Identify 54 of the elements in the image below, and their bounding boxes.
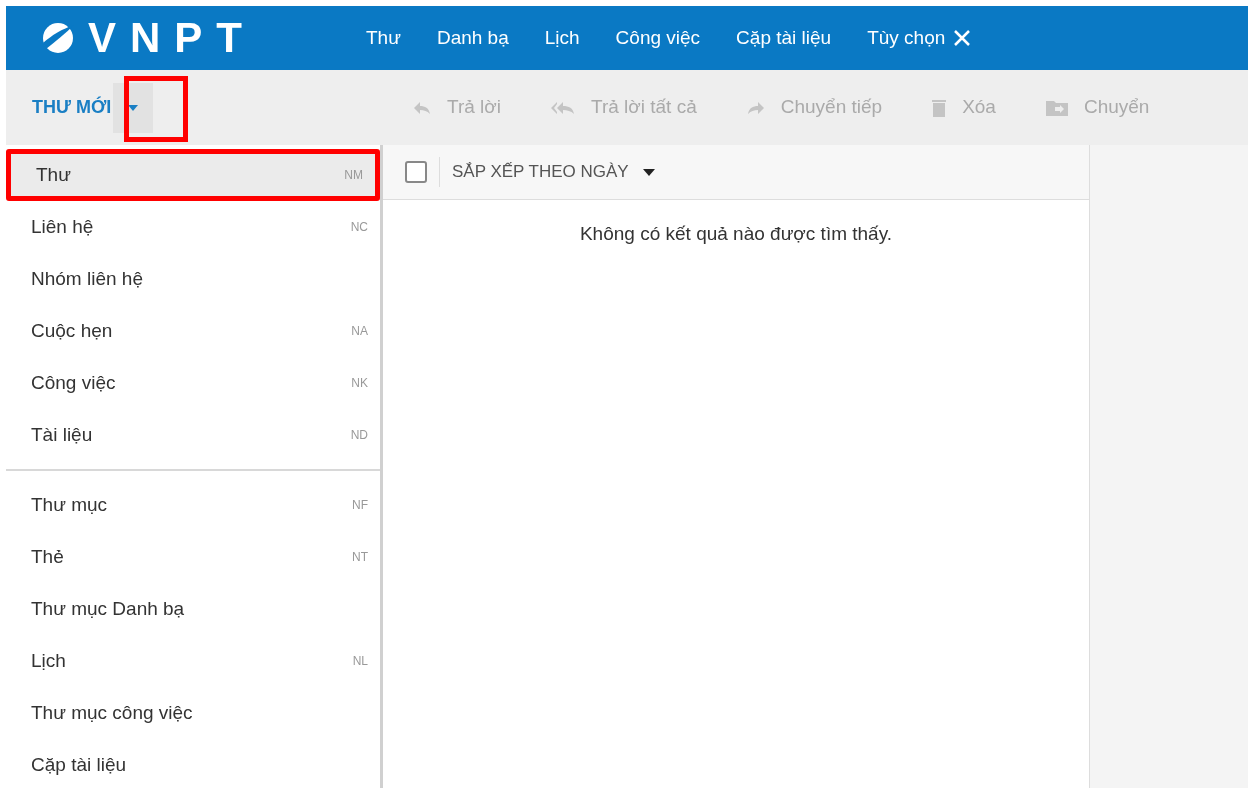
shortcut-label: NC: [350, 219, 368, 236]
menu-item-label: Tài liệu: [31, 422, 93, 447]
menu-item-label: Thư mục: [31, 492, 108, 517]
new-mail-button[interactable]: THƯ MỚI: [32, 94, 112, 121]
menu-item-label: Công việc: [31, 370, 116, 395]
close-icon: [953, 29, 972, 47]
menu-item[interactable]: Thư mục NF: [6, 479, 380, 531]
menu-item[interactable]: Cặp tài liệu: [6, 739, 380, 788]
caret-icon: [128, 104, 139, 111]
shortcut-label: NL: [352, 653, 368, 670]
menu-item-label: Thư mục Danh bạ: [31, 596, 185, 621]
menu-item[interactable]: Công việc NK: [6, 357, 380, 409]
nav-tab[interactable]: Thư: [366, 23, 401, 53]
menu-item[interactable]: Thư mục Danh bạ: [6, 583, 380, 635]
menu-item-label: Lịch: [31, 648, 66, 673]
menu-item[interactable]: Cuộc hẹn NA: [6, 305, 380, 357]
shortcut-label: NM: [344, 167, 363, 184]
shortcut-label: NF: [352, 497, 368, 514]
shortcut-label: ND: [350, 427, 368, 444]
trash-icon: [932, 98, 947, 117]
menu-item-label: Thư: [36, 162, 71, 187]
folder-arrow-icon: [1045, 99, 1068, 116]
logo-icon: [40, 21, 76, 55]
reply-all-icon: [551, 100, 575, 115]
menu-item[interactable]: Tài liệu ND: [6, 409, 380, 461]
menu-item[interactable]: Nhóm liên hệ: [6, 253, 380, 305]
nav-tab[interactable]: Cặp tài liệu: [736, 23, 832, 53]
menu-item[interactable]: Thẻ NT: [6, 531, 380, 583]
nav-tab[interactable]: Danh bạ: [436, 23, 509, 53]
sort-dropdown[interactable]: SẮP XẾP THEO NGÀY: [452, 159, 655, 185]
logo-text: VNPT: [88, 17, 256, 59]
empty-message: Không có kết quả nào được tìm thấy.: [579, 222, 893, 246]
menu-item-label: Thẻ: [31, 544, 64, 569]
forward-icon: [746, 100, 765, 115]
menu-item[interactable]: Lịch NL: [6, 635, 380, 687]
nav-tab[interactable]: Công việc: [615, 23, 701, 53]
menu-item[interactable]: Liên hệ NC: [6, 201, 380, 253]
nav-tab[interactable]: Lịch: [544, 23, 580, 53]
shortcut-label: NK: [351, 375, 368, 392]
menu-item-label: Cặp tài liệu: [31, 752, 127, 777]
shortcut-label: NT: [352, 549, 368, 566]
menu-item[interactable]: Thư mục công việc: [6, 687, 380, 739]
select-all-checkbox[interactable]: [405, 161, 427, 183]
menu-item-label: Cuộc hẹn: [31, 318, 113, 343]
close-button[interactable]: [953, 29, 972, 47]
nav-tab[interactable]: Tùy chọn: [867, 23, 946, 53]
menu-item[interactable]: Thư NM: [6, 149, 380, 201]
dropdown-button[interactable]: [113, 82, 154, 133]
menu-item-label: Nhóm liên hệ: [31, 266, 143, 291]
reply-icon: [413, 100, 431, 115]
shortcut-label: NA: [351, 323, 368, 340]
caret-icon: [642, 168, 655, 176]
menu-item-label: Liên hệ: [31, 214, 94, 239]
menu-item-label: Thư mục công việc: [31, 700, 193, 725]
